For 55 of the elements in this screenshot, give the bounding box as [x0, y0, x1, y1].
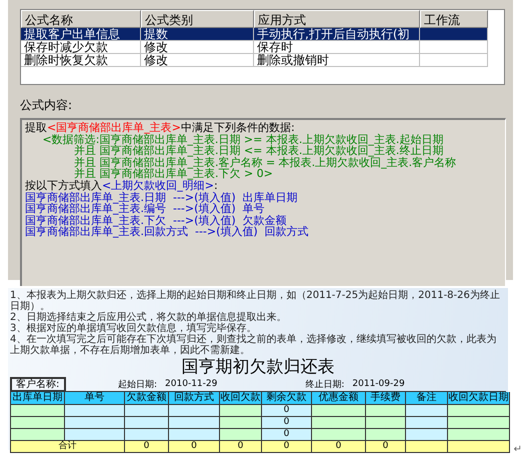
column-header[interactable]: 公式类别 [141, 10, 254, 28]
column-header: 收回欠款 [220, 392, 262, 405]
column-header: 回款方式 [169, 392, 220, 405]
content-label: 公式内容: [20, 97, 72, 114]
total-label: 合计 [11, 441, 125, 453]
formula-line: 国亨商储部出库单_主表.编号 --->(填入值) 单号 [25, 203, 265, 215]
list-cell[interactable]: 修改 [141, 41, 254, 54]
paragraph-mark: ↵ [514, 444, 522, 455]
total-cell: 0 [169, 441, 220, 453]
column-header[interactable]: 公式名称 [21, 10, 141, 28]
column-header[interactable]: 应用方式 [254, 10, 420, 28]
end-date: 2011-09-29 [352, 379, 405, 389]
formula-line: <数据筛选:国亨商储部出库单_主表.日期 >= 本报表.上期欠款收回_主表.起始日期 [41, 134, 444, 146]
table-cell: 0 [262, 417, 312, 429]
list-cell[interactable]: 提取客户出单信息 [21, 28, 141, 41]
list-cell[interactable]: 删除时恢复欠款 [21, 54, 141, 67]
total-cell: 0 [262, 441, 312, 453]
start-date: 2010-11-29 [165, 379, 218, 389]
total-cell: 0 [312, 441, 366, 453]
column-header: 手续费 [366, 392, 406, 405]
instruction-note: 1、本报表为上期欠款归还，选择上期的起始日期和终止日期，如（2011-7-25为起始日期，2011-8-26为终止日期）。 [10, 290, 501, 312]
column-header: 欠款金额 [125, 392, 169, 405]
total-cell: 0 [220, 441, 262, 453]
sheet-title: 国亨期初欠款归还表 [180, 357, 336, 377]
instruction-note: 2、日期选择结束之后应用公式，将欠款的单据信息提取出来。 [10, 312, 288, 323]
column-header: 出库单日期 [11, 392, 65, 405]
formula-line: 并且 国亨商储部出库单_主表.下欠 > 0> [74, 168, 274, 180]
column-header: 收回欠款日期 [448, 392, 510, 405]
list-cell[interactable]: 保存时减少欠款 [21, 41, 141, 54]
column-header[interactable]: 工作流 [420, 10, 488, 28]
table-cell: 0 [262, 429, 312, 441]
formula-line: 国亨商储部出库单_主表.回款方式 --->(填入值) 回款方式 [25, 226, 310, 238]
total-cell: 0 [366, 441, 406, 453]
list-cell[interactable]: 提数 [141, 28, 254, 41]
table-cell: 0 [262, 405, 312, 417]
column-header: 单号 [65, 392, 125, 405]
list-cell[interactable]: 手动执行,打开后自动执行(初 [254, 28, 420, 41]
formula-line: 按以下方式填入<上期欠款收回_明细>: [25, 180, 219, 192]
list-cell[interactable]: 删除或撤销时 [254, 54, 420, 67]
formula-line: 并且 国亨商储部出库单_主表.日期 <= 本报表.上期欠款收回_主表.终止日期 [74, 145, 444, 157]
column-header: 剩余欠款 [262, 392, 312, 405]
customer-label: 客户名称: [10, 376, 66, 392]
formula-line: 国亨商储部出库单_主表.日期 --->(填入值) 出库单日期 [25, 192, 299, 204]
end-label: 终止日期: [305, 378, 344, 390]
total-cell: 0 [125, 441, 169, 453]
start-label: 起始日期: [118, 378, 158, 390]
formula-line: 国亨商储部出库单_主表.下欠 --->(填入值) 欠款金额 [25, 214, 287, 226]
instruction-note: 3、根据对应的单据填写收回欠款信息，填写完毕保存。 [10, 323, 256, 334]
instruction-note: 4、在一次填写完之后可能存在下次填写归还，则查找之前的表单，选择修改，继续填写被收回的欠款，此表为上期欠款单据，不存在后期增加表单，因此不需新建。 [10, 334, 498, 356]
column-header: 备注 [406, 392, 448, 405]
list-cell[interactable]: 保存时 [254, 41, 420, 54]
formula-line: 并且 国亨商储部出库单_主表.客户名称 = 本报表.上期欠款收回_主表.客户名称 [72, 156, 458, 168]
column-header: 优惠金额 [312, 392, 366, 405]
list-cell[interactable]: 修改 [141, 54, 254, 67]
formula-line: 提取<国亨商储部出库单_主表>中满足下列条件的数据: [25, 122, 296, 134]
